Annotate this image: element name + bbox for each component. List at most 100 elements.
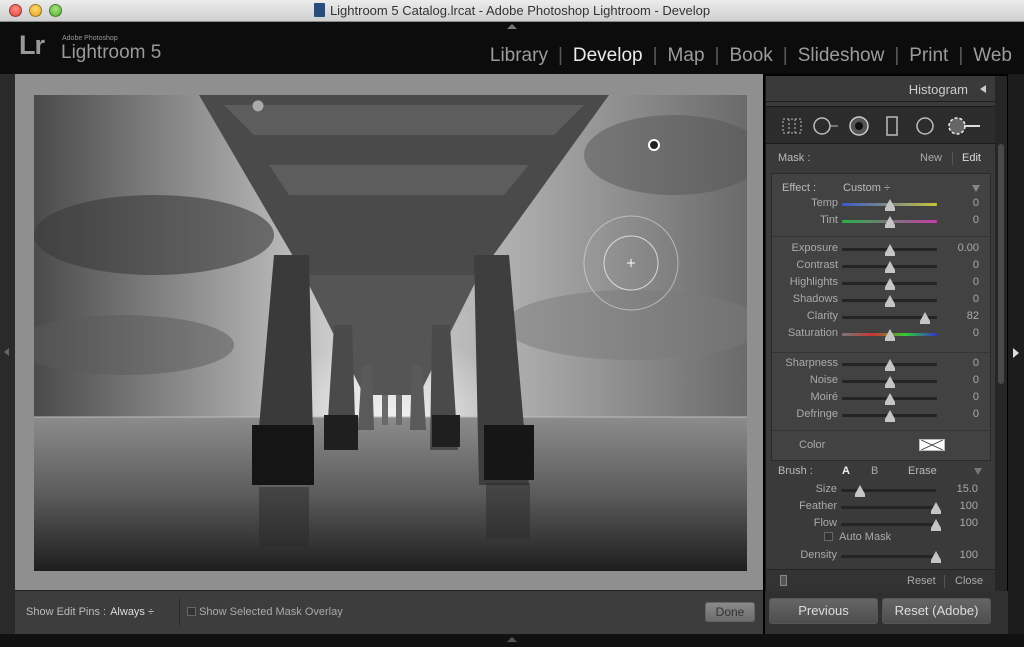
slider-track[interactable] bbox=[841, 523, 936, 526]
mask-overlay-label[interactable]: Show Selected Mask Overlay bbox=[199, 606, 343, 618]
slider-value[interactable]: 100 bbox=[960, 549, 978, 561]
slider-value[interactable]: 0 bbox=[973, 391, 979, 403]
slider-value[interactable]: 15.0 bbox=[957, 483, 978, 495]
slider-value[interactable]: 0 bbox=[973, 197, 979, 209]
slider-label: Moiré bbox=[810, 391, 838, 403]
slider-moir[interactable]: Moiré 0 bbox=[772, 390, 990, 407]
done-button[interactable]: Done bbox=[705, 602, 755, 622]
catalog-icon bbox=[313, 3, 325, 17]
slider-highlights[interactable]: Highlights 0 bbox=[772, 275, 990, 292]
auto-mask-checkbox[interactable] bbox=[824, 532, 833, 541]
slider-thumb[interactable] bbox=[884, 376, 895, 388]
slider-thumb[interactable] bbox=[884, 199, 895, 211]
panel-switch-icon[interactable] bbox=[780, 575, 787, 586]
slider-track[interactable] bbox=[841, 555, 936, 558]
edit-pins-dropdown[interactable]: Always ÷ bbox=[110, 606, 154, 618]
collapse-top-panel-icon[interactable] bbox=[507, 24, 517, 29]
histogram-title: Histogram bbox=[908, 82, 968, 97]
slider-value[interactable]: 0 bbox=[973, 214, 979, 226]
slider-temp[interactable]: Temp 0 bbox=[772, 196, 990, 213]
slider-saturation[interactable]: Saturation 0 bbox=[772, 326, 990, 343]
slider-tint[interactable]: Tint 0 bbox=[772, 213, 990, 230]
slider-shadows[interactable]: Shadows 0 bbox=[772, 292, 990, 309]
slider-value[interactable]: 0 bbox=[973, 293, 979, 305]
previous-button[interactable]: Previous bbox=[769, 598, 878, 624]
slider-value[interactable]: 82 bbox=[967, 310, 979, 322]
mask-overlay-checkbox[interactable] bbox=[187, 607, 196, 616]
scroll-thumb[interactable] bbox=[998, 144, 1004, 384]
brush-disclosure-icon[interactable] bbox=[974, 468, 982, 475]
slider-clarity[interactable]: Clarity 82 bbox=[772, 309, 990, 326]
edit-pins-label: Show Edit Pins : bbox=[26, 606, 107, 618]
photo-preview[interactable] bbox=[34, 95, 747, 571]
brush-label: Brush : bbox=[778, 465, 813, 477]
module-web[interactable]: Web bbox=[973, 45, 1012, 67]
brush-slider-density[interactable]: Density 100 bbox=[771, 548, 989, 565]
slider-value[interactable]: 0 bbox=[973, 408, 979, 420]
slider-thumb[interactable] bbox=[855, 485, 865, 497]
slider-thumb[interactable] bbox=[884, 278, 895, 290]
reset-adobe-button[interactable]: Reset (Adobe) bbox=[882, 598, 991, 624]
slider-exposure[interactable]: Exposure 0.00 bbox=[772, 241, 990, 258]
slider-contrast[interactable]: Contrast 0 bbox=[772, 258, 990, 275]
slider-thumb[interactable] bbox=[884, 359, 895, 371]
slider-thumb[interactable] bbox=[884, 393, 895, 405]
histogram-header[interactable]: Histogram bbox=[766, 76, 996, 102]
slider-noise[interactable]: Noise 0 bbox=[772, 373, 990, 390]
brush-a-tab[interactable]: A bbox=[842, 465, 850, 477]
slider-sharpness[interactable]: Sharpness 0 bbox=[772, 356, 990, 373]
module-develop[interactable]: Develop bbox=[573, 45, 643, 67]
slider-value[interactable]: 0 bbox=[973, 276, 979, 288]
image-canvas[interactable] bbox=[15, 74, 763, 590]
adjustment-brush-icon[interactable] bbox=[946, 116, 986, 138]
slider-value[interactable]: 0 bbox=[973, 374, 979, 386]
slider-thumb[interactable] bbox=[884, 261, 895, 273]
slider-track[interactable] bbox=[841, 506, 936, 509]
panel-scrollbar[interactable] bbox=[995, 76, 1007, 591]
effect-disclosure-icon[interactable] bbox=[972, 185, 980, 192]
collapse-triangle-icon[interactable] bbox=[980, 85, 986, 93]
pier-photo bbox=[34, 95, 747, 571]
collapse-right-panel-icon[interactable] bbox=[1013, 348, 1019, 358]
expand-filmstrip-icon[interactable] bbox=[507, 637, 517, 642]
slider-thumb[interactable] bbox=[884, 295, 895, 307]
slider-value[interactable]: 100 bbox=[960, 517, 978, 529]
auto-mask-label[interactable]: Auto Mask bbox=[839, 531, 891, 543]
reset-panel-button[interactable]: Reset bbox=[907, 575, 936, 587]
slider-value[interactable]: 0 bbox=[973, 259, 979, 271]
slider-value[interactable]: 100 bbox=[960, 500, 978, 512]
mask-new-button[interactable]: New bbox=[920, 152, 942, 164]
slider-value[interactable]: 0 bbox=[973, 357, 979, 369]
module-slideshow[interactable]: Slideshow bbox=[798, 45, 885, 67]
slider-thumb[interactable] bbox=[884, 216, 895, 228]
spot-removal-icon[interactable] bbox=[812, 116, 840, 136]
brush-b-tab[interactable]: B bbox=[871, 465, 878, 477]
slider-thumb[interactable] bbox=[931, 519, 941, 531]
slider-thumb[interactable] bbox=[884, 244, 895, 256]
slider-defringe[interactable]: Defringe 0 bbox=[772, 407, 990, 424]
effect-dropdown[interactable]: Custom ÷ bbox=[843, 182, 890, 194]
red-eye-icon[interactable] bbox=[848, 116, 870, 138]
color-swatch[interactable] bbox=[919, 439, 945, 451]
crop-overlay-icon[interactable] bbox=[780, 116, 804, 136]
slider-thumb[interactable] bbox=[884, 410, 895, 422]
graduated-filter-icon[interactable] bbox=[884, 116, 900, 138]
slider-value[interactable]: 0.00 bbox=[958, 242, 979, 254]
module-map[interactable]: Map bbox=[668, 45, 705, 67]
slider-thumb[interactable] bbox=[919, 312, 930, 324]
slider-thumb[interactable] bbox=[884, 329, 895, 341]
slider-thumb[interactable] bbox=[931, 502, 941, 514]
brush-erase-tab[interactable]: Erase bbox=[908, 465, 937, 477]
brush-slider-feather[interactable]: Feather 100 bbox=[771, 499, 989, 516]
module-book[interactable]: Book bbox=[729, 45, 772, 67]
module-print[interactable]: Print bbox=[909, 45, 948, 67]
slider-thumb[interactable] bbox=[931, 551, 941, 563]
slider-label: Density bbox=[800, 549, 837, 561]
module-library[interactable]: Library bbox=[490, 45, 548, 67]
brush-slider-size[interactable]: Size 15.0 bbox=[771, 482, 989, 499]
expand-left-panel-icon[interactable] bbox=[4, 348, 9, 356]
close-panel-button[interactable]: Close bbox=[955, 575, 983, 587]
slider-value[interactable]: 0 bbox=[973, 327, 979, 339]
radial-filter-icon[interactable] bbox=[914, 116, 936, 138]
mask-edit-button[interactable]: Edit bbox=[962, 152, 981, 164]
